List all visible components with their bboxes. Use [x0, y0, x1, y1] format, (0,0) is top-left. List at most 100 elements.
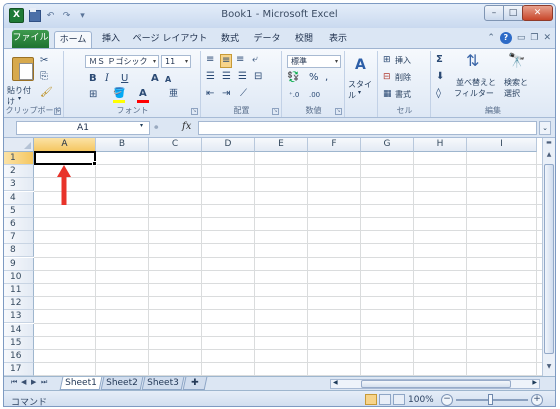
column-header-b[interactable]: B: [96, 138, 149, 152]
row-header-11[interactable]: 11: [4, 284, 34, 297]
scroll-right-icon[interactable]: ▶: [532, 379, 537, 386]
format-cells-button[interactable]: 書式: [395, 89, 411, 100]
delete-cells-button[interactable]: 削除: [395, 72, 411, 83]
zoom-slider-thumb[interactable]: [488, 394, 493, 405]
workbook-minimize-icon[interactable]: ▭: [517, 33, 526, 43]
row-header-1[interactable]: 1: [4, 152, 34, 165]
sort-filter-label-1[interactable]: 並べ替えと: [456, 77, 496, 88]
copy-icon[interactable]: ⎘: [40, 71, 48, 83]
sheet-tab-sheet2[interactable]: Sheet2: [100, 377, 144, 390]
find-select-label-2[interactable]: 選択: [504, 88, 520, 99]
tab-file[interactable]: ファイル: [12, 30, 49, 48]
increase-indent-icon[interactable]: ⇥: [222, 88, 230, 100]
format-painter-icon[interactable]: 🖌: [40, 87, 53, 99]
underline-button[interactable]: U: [121, 73, 128, 85]
column-header-e[interactable]: E: [255, 138, 308, 152]
fill-handle[interactable]: [92, 161, 97, 166]
minimize-button[interactable]: –: [484, 5, 504, 21]
find-select-label-1[interactable]: 検索と: [504, 77, 528, 88]
column-header-d[interactable]: D: [202, 138, 255, 152]
align-middle-icon[interactable]: ≡: [220, 54, 233, 68]
currency-icon[interactable]: 💱: [287, 72, 299, 84]
delete-cells-icon[interactable]: ⊟: [383, 71, 391, 83]
zoom-level[interactable]: 100%: [408, 395, 434, 405]
first-sheet-icon[interactable]: ⏮: [11, 378, 17, 387]
clipboard-launcher-icon[interactable]: ↘: [54, 108, 61, 115]
cut-icon[interactable]: ✂: [40, 55, 48, 67]
column-header-h[interactable]: H: [414, 138, 467, 152]
fill-icon[interactable]: ⬇: [436, 71, 444, 83]
sheet-tab-sheet1[interactable]: Sheet1: [59, 377, 103, 390]
row-header-2[interactable]: 2: [4, 165, 34, 179]
grow-font-button[interactable]: A: [151, 73, 159, 85]
name-box[interactable]: A1: [16, 121, 150, 135]
format-cells-icon[interactable]: ▦: [383, 88, 392, 100]
insert-cells-icon[interactable]: ⊞: [383, 54, 391, 66]
scroll-down-icon[interactable]: ▼: [544, 362, 554, 373]
zoom-in-button[interactable]: +: [531, 394, 543, 406]
row-header-16[interactable]: 16: [4, 350, 34, 363]
row-header-13[interactable]: 13: [4, 310, 34, 324]
align-top-icon[interactable]: ≡: [206, 54, 214, 66]
percent-button[interactable]: %: [309, 72, 319, 84]
tab-insert[interactable]: 挿入: [97, 31, 125, 48]
expand-formula-bar-icon[interactable]: ⌄: [539, 121, 551, 135]
sort-filter-label-2[interactable]: フィルター: [454, 88, 494, 99]
font-color-button[interactable]: A: [139, 88, 147, 100]
row-header-17[interactable]: 17: [4, 363, 34, 376]
row-header-3[interactable]: 3: [4, 178, 34, 192]
bold-button[interactable]: B: [89, 73, 97, 85]
scroll-left-icon[interactable]: ◀: [333, 379, 338, 386]
decrease-decimal-icon[interactable]: .00: [309, 89, 320, 101]
tab-view[interactable]: 表示: [324, 31, 352, 48]
help-icon[interactable]: ?: [499, 32, 512, 44]
vertical-scroll-thumb[interactable]: [544, 164, 554, 354]
borders-icon[interactable]: ⊞: [89, 89, 97, 101]
sort-filter-icon[interactable]: ⇅: [466, 53, 479, 69]
row-header-10[interactable]: 10: [4, 270, 34, 284]
orientation-icon[interactable]: ⟋: [240, 88, 247, 100]
decrease-indent-icon[interactable]: ⇤: [206, 88, 214, 100]
page-layout-view-icon[interactable]: [379, 394, 391, 405]
alignment-launcher-icon[interactable]: ↘: [272, 108, 279, 115]
page-break-view-icon[interactable]: [393, 394, 405, 405]
tab-data[interactable]: データ: [250, 31, 284, 48]
row-header-15[interactable]: 15: [4, 336, 34, 350]
insert-cells-button[interactable]: 挿入: [395, 55, 411, 66]
paste-button[interactable]: 貼り付け ▾: [7, 53, 35, 106]
formula-input[interactable]: [198, 121, 537, 135]
sheet-tab-sheet3[interactable]: Sheet3: [141, 377, 185, 390]
autosum-button[interactable]: Σ: [436, 54, 443, 66]
prev-sheet-icon[interactable]: ◀: [21, 378, 26, 386]
styles-button[interactable]: スタイル: [348, 79, 377, 101]
formula-bar-resize-icon[interactable]: ⦁: [154, 122, 159, 132]
row-header-14[interactable]: 14: [4, 323, 34, 337]
clear-icon[interactable]: ◊: [436, 88, 441, 100]
find-select-icon[interactable]: 🔭: [508, 54, 525, 68]
horizontal-scroll-thumb[interactable]: [361, 380, 511, 388]
row-header-4[interactable]: 4: [4, 191, 34, 205]
horizontal-scrollbar[interactable]: ◀ ▶: [330, 379, 540, 389]
number-launcher-icon[interactable]: ↘: [335, 108, 342, 115]
tab-review[interactable]: 校閲: [290, 31, 318, 48]
normal-view-icon[interactable]: [365, 394, 377, 405]
maximize-button[interactable]: □: [503, 5, 523, 21]
column-header-i[interactable]: I: [467, 138, 537, 152]
insert-sheet-icon[interactable]: ✚: [182, 377, 208, 390]
workbook-restore-icon[interactable]: ❐: [530, 33, 538, 43]
increase-decimal-icon[interactable]: ⁺.0: [289, 89, 299, 101]
row-header-6[interactable]: 6: [4, 218, 34, 231]
select-all-button[interactable]: [4, 138, 34, 152]
name-box-dropdown-icon[interactable]: ▾: [140, 122, 143, 129]
insert-function-button[interactable]: fx: [182, 121, 191, 132]
row-header-9[interactable]: 9: [4, 257, 34, 271]
vertical-scrollbar[interactable]: ▬ ▲ ▼: [542, 138, 555, 376]
workbook-close-icon[interactable]: ✕: [543, 33, 551, 43]
tab-home[interactable]: ホーム: [54, 31, 92, 48]
comma-button[interactable]: ,: [325, 72, 328, 84]
merge-center-icon[interactable]: ⊟: [254, 71, 262, 83]
row-header-12[interactable]: 12: [4, 297, 34, 311]
column-header-a[interactable]: A: [34, 138, 96, 152]
minimize-ribbon-icon[interactable]: ⌃: [487, 33, 495, 43]
column-header-c[interactable]: C: [149, 138, 202, 152]
